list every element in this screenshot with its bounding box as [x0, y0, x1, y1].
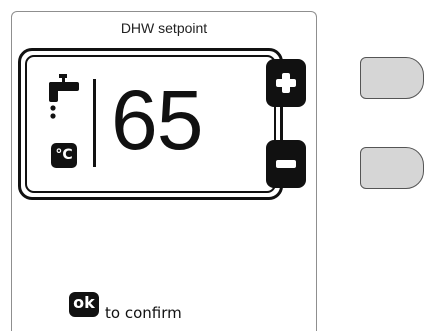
confirm-hint: to confirm — [105, 304, 182, 322]
lcd-display-inner: °C 65 — [25, 55, 276, 193]
lcd-display: °C 65 — [18, 48, 283, 200]
panel-title: DHW setpoint — [120, 20, 208, 36]
ok-icon: ok — [69, 292, 99, 317]
setpoint-value: 65 — [111, 73, 203, 167]
display-divider — [93, 79, 96, 167]
lower-side-key[interactable] — [360, 147, 424, 189]
increase-button[interactable] — [266, 59, 306, 107]
tap-icon — [49, 74, 79, 119]
upper-side-key[interactable] — [360, 57, 424, 99]
settings-panel: DHW setpoint °C 65 ok to confirm — [11, 11, 317, 331]
celsius-unit-badge: °C — [51, 143, 77, 168]
decrease-button[interactable] — [266, 140, 306, 188]
